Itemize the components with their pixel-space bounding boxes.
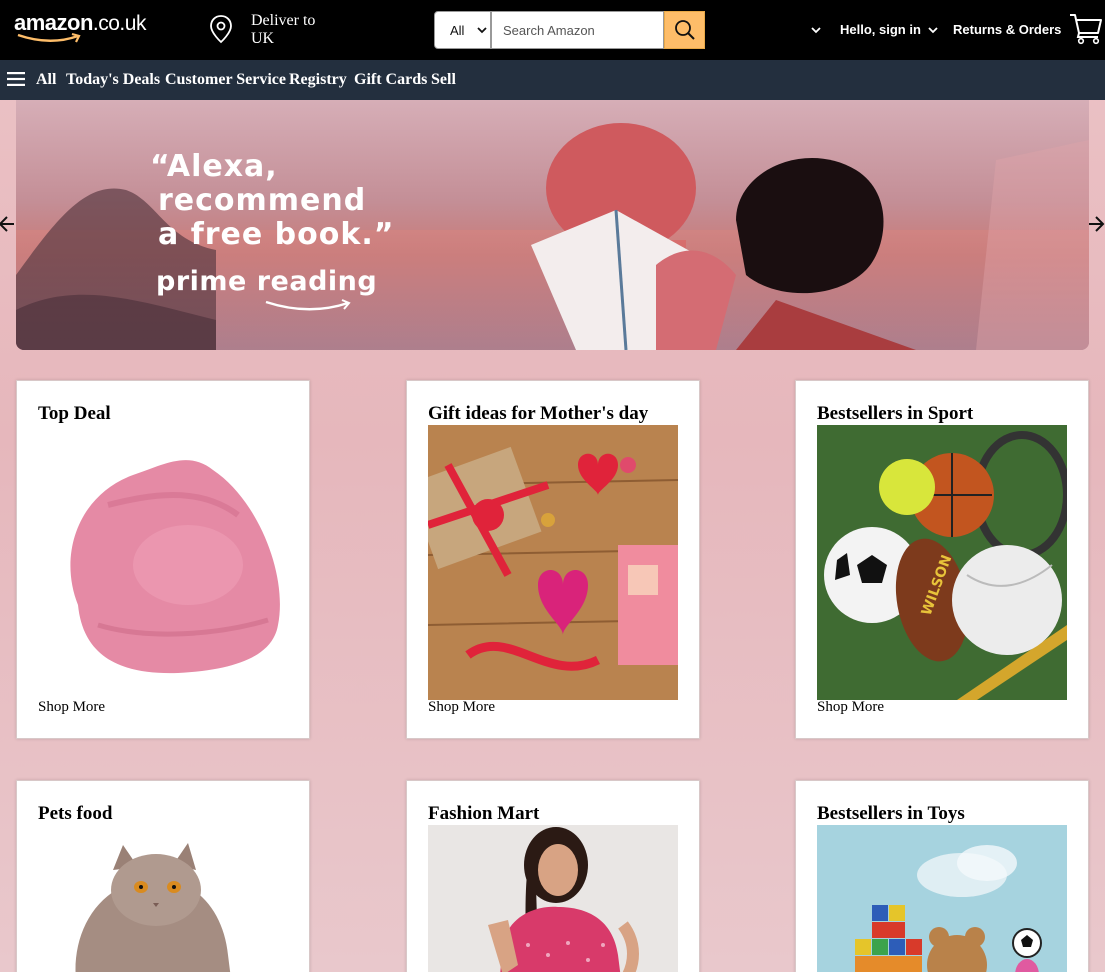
card-mothers-day-gifts: Gift ideas for Mother's day Shop More bbox=[406, 380, 700, 739]
card-title: Top Deal bbox=[38, 403, 111, 424]
nav-item-customer-service[interactable]: Customer Service bbox=[165, 71, 286, 89]
returns-orders-link[interactable]: Returns & Orders bbox=[953, 22, 1061, 37]
card-title: Gift ideas for Mother's day bbox=[428, 403, 649, 424]
arrow-right-icon[interactable] bbox=[1087, 214, 1105, 234]
sign-in-link[interactable]: Hello, sign in bbox=[840, 22, 921, 37]
cart-icon[interactable] bbox=[1069, 11, 1103, 50]
card-fashion-mart: Fashion Mart bbox=[406, 780, 700, 972]
shop-more-link[interactable]: Shop More bbox=[38, 699, 105, 716]
cat-image bbox=[38, 825, 288, 972]
logo-smile-icon bbox=[17, 32, 81, 43]
chevron-down-icon bbox=[477, 27, 487, 34]
hero-subtitle: prime reading bbox=[156, 266, 378, 297]
card-title: Bestsellers in Toys bbox=[817, 803, 965, 824]
fashion-model-image bbox=[428, 825, 678, 972]
search-input[interactable] bbox=[491, 11, 664, 49]
top-header: amazon.co.uk Deliver to UK All Search Am… bbox=[0, 0, 1105, 60]
category-select[interactable]: All bbox=[434, 11, 491, 49]
card-image[interactable] bbox=[38, 425, 288, 700]
card-image[interactable] bbox=[428, 425, 678, 700]
nav-item-gift-cards[interactable]: Gift Cards bbox=[354, 71, 427, 89]
gift-image bbox=[428, 425, 678, 700]
shop-more-link[interactable]: Shop More bbox=[428, 699, 495, 716]
card-pets-food: Pets food bbox=[16, 780, 310, 972]
bean-bag-image bbox=[38, 425, 288, 700]
nav-item-all[interactable]: All bbox=[36, 71, 56, 89]
card-sport-bestsellers: Bestsellers in Sport WILSON Shop More bbox=[795, 380, 1089, 739]
location-pin-icon[interactable] bbox=[209, 14, 233, 49]
card-top-deal: Top Deal Shop More bbox=[16, 380, 310, 739]
card-toys-bestsellers: Bestsellers in Toys bbox=[795, 780, 1089, 972]
card-image[interactable] bbox=[38, 825, 288, 972]
card-image[interactable] bbox=[428, 825, 678, 972]
card-title: Bestsellers in Sport bbox=[817, 403, 974, 424]
prime-smile-icon bbox=[265, 299, 351, 311]
sports-balls-image: WILSON bbox=[817, 425, 1067, 700]
hamburger-icon[interactable] bbox=[7, 72, 25, 91]
deliver-country: UK bbox=[251, 30, 275, 47]
card-image[interactable]: WILSON bbox=[817, 425, 1067, 700]
hero-banner[interactable]: “Alexa, recommend a free book.” prime re… bbox=[16, 100, 1089, 350]
card-title: Fashion Mart bbox=[428, 803, 540, 824]
deliver-label: Deliver to bbox=[251, 12, 316, 29]
hero-quote: “Alexa, recommend a free book.” bbox=[150, 149, 395, 252]
search-icon bbox=[674, 20, 695, 40]
search-button[interactable] bbox=[664, 11, 705, 49]
toys-image bbox=[817, 825, 1067, 972]
chevron-down-icon[interactable] bbox=[811, 26, 821, 34]
chevron-down-icon[interactable] bbox=[928, 26, 938, 34]
arrow-left-icon[interactable] bbox=[0, 214, 16, 234]
deliver-to[interactable]: Deliver to UK bbox=[251, 12, 315, 48]
nav-bar: All Today's Deals Customer Service Regis… bbox=[0, 60, 1105, 100]
nav-item-sell[interactable]: Sell bbox=[431, 71, 456, 89]
nav-item-todays-deals[interactable]: Today's Deals bbox=[66, 71, 160, 89]
card-image[interactable] bbox=[817, 825, 1067, 972]
amazon-logo[interactable]: amazon.co.uk bbox=[14, 10, 164, 43]
nav-item-registry[interactable]: Registry bbox=[289, 71, 347, 89]
shop-more-link[interactable]: Shop More bbox=[817, 699, 884, 716]
card-title: Pets food bbox=[38, 803, 113, 824]
